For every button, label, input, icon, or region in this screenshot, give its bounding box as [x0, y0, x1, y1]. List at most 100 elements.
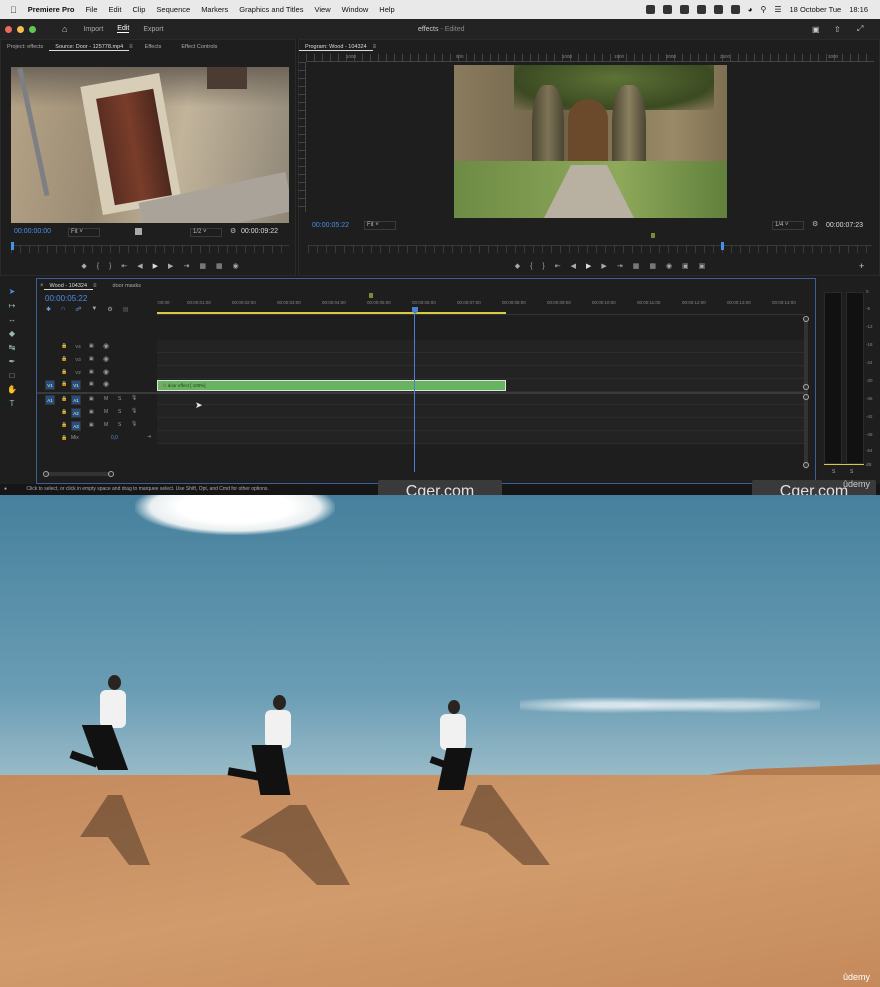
source-playhead[interactable] — [11, 242, 14, 250]
go-to-end-icon[interactable]: ⇥ — [147, 434, 151, 440]
solo-button[interactable]: S — [118, 409, 121, 415]
program-scrub-bar[interactable] — [308, 245, 872, 253]
tab-door-masks[interactable]: door masks — [107, 283, 147, 289]
sync-icon[interactable]: ▣ — [89, 369, 94, 375]
go-to-in-icon[interactable]: ⇤ — [121, 262, 127, 270]
workspaces-icon[interactable]: ▣ — [812, 25, 820, 34]
program-fit-select[interactable]: Fit ˅ — [364, 221, 396, 230]
tab-sequence-wood[interactable]: Wood - 104324 — [43, 283, 94, 290]
pen-icon[interactable]: ✒ — [7, 357, 17, 367]
sync-icon[interactable]: ▣ — [89, 396, 94, 402]
panel-menu-icon[interactable]: ≡ — [93, 283, 97, 289]
lock-icon[interactable]: 🔒 — [61, 381, 67, 387]
horizontal-scroll-handle[interactable] — [108, 471, 114, 477]
meter-solo-left[interactable]: S — [832, 469, 835, 475]
step-forward-icon[interactable]: ▶ — [168, 262, 173, 270]
timeline-timecode[interactable]: 00:00:05:22 — [45, 294, 87, 303]
camera-icon[interactable]: ◉ — [666, 262, 672, 270]
mix-value[interactable]: 0,0 — [111, 435, 118, 441]
track-a1-label[interactable]: A1 — [71, 395, 81, 405]
menu-window[interactable]: Window — [342, 5, 369, 14]
status-icon[interactable] — [696, 5, 706, 14]
tab-export[interactable]: Export — [143, 26, 163, 33]
meter-solo-right[interactable]: S — [850, 469, 853, 475]
play-icon[interactable]: ▶ — [586, 262, 591, 270]
vertical-scroll-handle[interactable] — [803, 316, 809, 322]
linked-selection-icon[interactable]: ☍ — [75, 306, 81, 314]
menu-graphics[interactable]: Graphics and Titles — [239, 5, 303, 14]
razor-icon[interactable]: ◆ — [7, 329, 17, 339]
sync-icon[interactable]: ▣ — [89, 343, 94, 349]
horizontal-scroll-handle[interactable] — [43, 471, 49, 477]
horizontal-scrollbar[interactable] — [45, 472, 111, 476]
go-to-out-icon[interactable]: ⇥ — [183, 262, 189, 270]
apple-icon[interactable]:  — [10, 5, 17, 15]
mute-button[interactable]: M — [104, 396, 108, 402]
track-select-icon[interactable]: ↦ — [7, 301, 17, 311]
program-timecode[interactable]: 00:00:05:22 — [312, 222, 349, 229]
go-to-out-icon[interactable]: ⇥ — [617, 262, 623, 270]
source-timecode[interactable]: 00:00:00:00 — [14, 228, 51, 235]
tab-import[interactable]: Import — [83, 26, 103, 33]
menu-app-name[interactable]: Premiere Pro — [28, 5, 75, 14]
mute-button[interactable]: M — [104, 409, 108, 415]
mark-in-icon[interactable]: { — [530, 263, 532, 270]
minimize-window-button[interactable] — [17, 25, 24, 33]
snap-icon[interactable]: ∩ — [61, 306, 65, 314]
tab-edit[interactable]: Edit — [117, 25, 130, 33]
lift-icon[interactable]: ▦ — [633, 262, 640, 270]
tab-source[interactable]: Source: Door - 125778.mp4 — [49, 44, 130, 51]
status-icon[interactable] — [713, 5, 723, 14]
vr-icon[interactable]: ▣ — [699, 262, 706, 270]
solo-button[interactable]: S — [118, 396, 121, 402]
status-icon[interactable] — [730, 5, 740, 14]
menu-clip[interactable]: Clip — [132, 5, 145, 14]
eye-icon[interactable]: ◉ — [103, 342, 109, 350]
type-tool-icon[interactable]: T — [7, 399, 17, 409]
hand-icon[interactable]: ✋ — [7, 385, 17, 395]
source-scrub-bar[interactable] — [11, 245, 289, 253]
source-resolution-select[interactable]: 1/2 ˅ — [190, 228, 222, 237]
search-icon[interactable]: ⚲ — [760, 5, 766, 14]
status-icon[interactable] — [645, 5, 655, 14]
add-button-icon[interactable]: + — [859, 261, 864, 271]
mic-icon[interactable]: 🎙 — [131, 421, 137, 427]
tab-effects[interactable]: Effects — [139, 44, 168, 50]
marker-icon[interactable]: ◆ — [515, 262, 520, 270]
status-icon[interactable] — [662, 5, 672, 14]
marker-icon[interactable]: ◆ — [81, 262, 86, 270]
insert-icon[interactable]: ▦ — [199, 262, 206, 270]
zoom-window-button[interactable] — [29, 25, 36, 33]
selection-tool-icon[interactable]: ➤ — [7, 287, 17, 297]
program-resolution-select[interactable]: 1/4 ˅ — [772, 221, 804, 230]
source-video-frame[interactable] — [11, 67, 289, 223]
track-v1-label[interactable]: V1 — [71, 380, 81, 390]
track-v3-label[interactable]: V3 — [73, 355, 83, 365]
wifi-icon[interactable]: ◕ — [748, 5, 753, 14]
fullscreen-icon[interactable]: ⤢ — [857, 24, 863, 34]
solo-button[interactable]: S — [118, 422, 121, 428]
menu-help[interactable]: Help — [379, 5, 394, 14]
step-forward-icon[interactable]: ▶ — [601, 262, 606, 270]
mark-in-icon[interactable]: { — [97, 263, 99, 270]
timeline-marker[interactable] — [369, 293, 373, 298]
step-back-icon[interactable]: ◀ — [571, 262, 576, 270]
menu-file[interactable]: File — [85, 5, 97, 14]
tab-project[interactable]: Project: effects — [1, 44, 49, 50]
program-video-frame[interactable] — [454, 65, 727, 218]
wrench-icon[interactable]: ⚙ — [230, 227, 236, 235]
sync-icon[interactable]: ▣ — [89, 381, 94, 387]
menu-sequence[interactable]: Sequence — [156, 5, 190, 14]
eye-icon[interactable]: ◉ — [103, 355, 109, 363]
wrench-icon[interactable]: ⚙ — [812, 220, 818, 228]
mark-out-icon[interactable]: } — [542, 263, 544, 270]
vertical-scroll-handle[interactable] — [803, 462, 809, 468]
track-v4-label[interactable]: V4 — [73, 342, 83, 352]
camera-icon[interactable]: ◉ — [233, 262, 239, 270]
add-marker-icon[interactable]: ▼ — [91, 306, 97, 314]
source-patch-v1[interactable]: V1 — [45, 380, 55, 390]
lock-icon[interactable]: 🔒 — [61, 396, 67, 402]
rectangle-icon[interactable]: □ — [7, 371, 17, 381]
control-center-icon[interactable]: ☰ — [774, 5, 781, 14]
lock-icon[interactable]: 🔒 — [61, 409, 67, 415]
